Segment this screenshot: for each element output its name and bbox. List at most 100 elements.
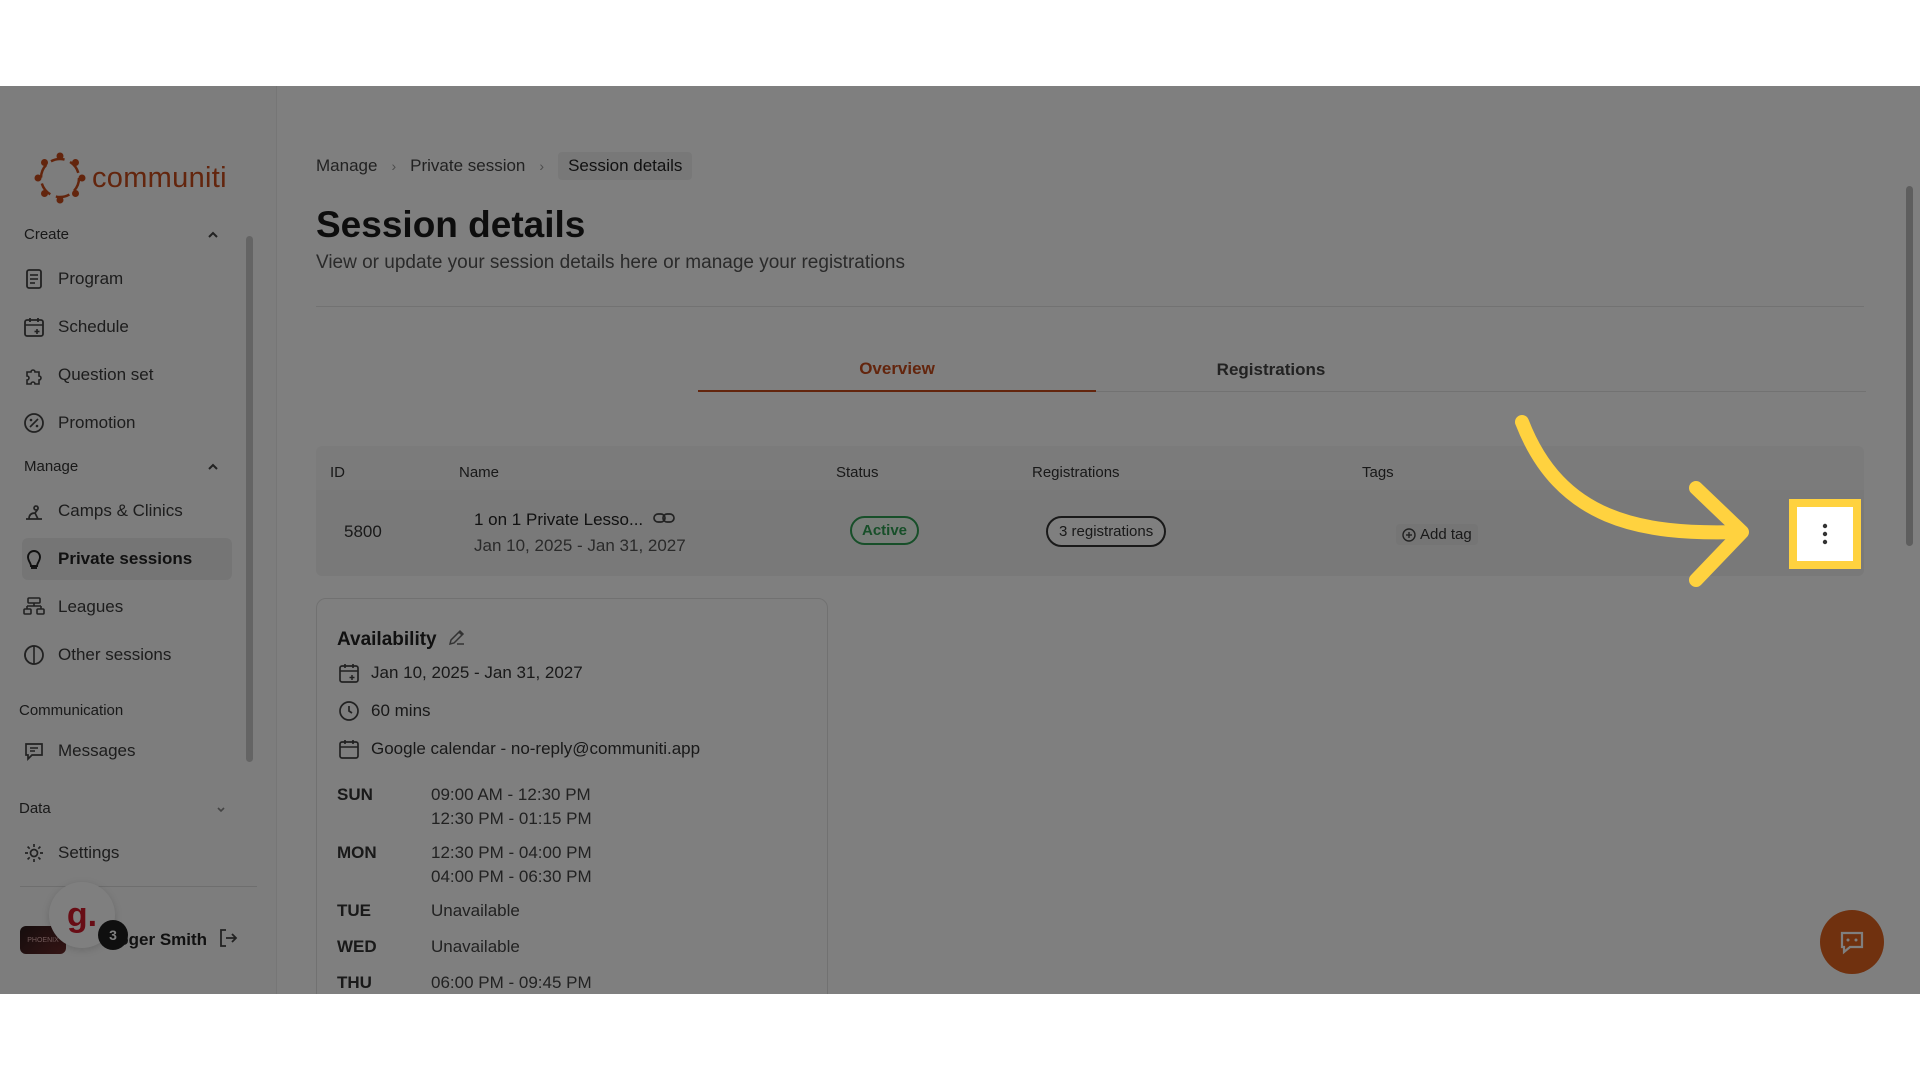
clock-icon (337, 699, 361, 723)
sidebar-item-label: Private sessions (58, 549, 193, 568)
day-slots-sun: 09:00 AM - 12:30 PM 12:30 PM - 01:15 PM (431, 783, 592, 831)
sidebar-item-label: Leagues (58, 597, 124, 616)
calendar-plus-icon (22, 315, 46, 339)
add-tag-label: Add tag (1420, 526, 1472, 543)
time-slot: Unavailable (431, 901, 520, 920)
gear-icon (22, 841, 46, 865)
day-slots-thu: 06:00 PM - 09:45 PM (431, 971, 592, 994)
sidebar-item-label: Settings (58, 843, 120, 862)
message-icon (22, 739, 46, 763)
create-section-header[interactable]: Create (24, 226, 220, 243)
availability-duration-row: 60 mins (337, 699, 431, 723)
session-dates: Jan 10, 2025 - Jan 31, 2027 (474, 536, 686, 555)
sidebar-item-camps-clinics[interactable]: Camps & Clinics (22, 490, 232, 532)
document-icon (22, 267, 46, 291)
sidebar-item-label: Other sessions (58, 645, 172, 664)
sidebar-item-label: Question set (58, 365, 154, 384)
time-slot: 06:00 PM - 09:45 PM (431, 973, 592, 992)
header-divider (316, 306, 1864, 307)
page-scrollbar[interactable] (1906, 186, 1913, 546)
bracket-icon (22, 595, 46, 619)
sidebar-item-label: Promotion (58, 413, 136, 432)
sidebar-item-question-set[interactable]: Question set (22, 354, 232, 396)
time-slot: 12:30 PM - 04:00 PM (431, 843, 592, 862)
sidebar-item-label: Messages (58, 741, 136, 760)
time-slot: 12:30 PM - 01:15 PM (431, 809, 592, 828)
day-label-sun: SUN (337, 785, 373, 804)
availability-duration: 60 mins (371, 701, 431, 720)
manage-section-header[interactable]: Manage (24, 458, 220, 475)
sidebar-item-private-sessions[interactable]: Private sessions (22, 538, 232, 580)
edit-pencil-icon[interactable] (447, 627, 467, 653)
more-options-highlight[interactable] (1789, 499, 1861, 569)
session-name-cell[interactable]: 1 on 1 Private Lesso... Jan 10, 2025 - J… (474, 510, 686, 556)
day-label-mon: MON (337, 843, 377, 862)
sidebar-item-messages[interactable]: Messages (22, 730, 232, 772)
chevron-down-icon (217, 806, 225, 812)
run-icon (22, 499, 46, 523)
chat-icon (1840, 931, 1864, 955)
session-id: 5800 (344, 522, 382, 541)
brand-name: communiti (92, 161, 227, 194)
data-section-label: Data (19, 800, 51, 817)
availability-title: Availability (337, 629, 437, 650)
time-slot: Unavailable (431, 937, 520, 956)
data-section-header[interactable]: Data (19, 800, 225, 817)
breadcrumb: Manage › Private session › Session detai… (316, 152, 693, 180)
manage-section-label: Manage (24, 458, 79, 475)
brand-logo[interactable]: communiti (34, 152, 227, 204)
availability-calendar-row: Google calendar - no-reply@communiti.app (337, 737, 700, 761)
sidebar-item-other-sessions[interactable]: Other sessions (22, 634, 232, 676)
breadcrumb-session-details: Session details (558, 152, 693, 180)
tab-bar: Overview Registrations (698, 348, 1866, 392)
percent-badge-icon (22, 411, 46, 435)
day-slots-tue: Unavailable (431, 899, 520, 923)
session-name: 1 on 1 Private Lesso... (474, 510, 644, 529)
chat-button[interactable] (1820, 910, 1884, 974)
availability-card: Availability Jan 10, 2025 - Jan 31, 2027… (316, 598, 828, 994)
g-widget-letter: g. (66, 895, 98, 934)
logo-ring-icon (34, 152, 86, 204)
half-circle-icon (22, 643, 46, 667)
logout-icon[interactable] (217, 927, 239, 954)
chevron-right-icon: › (539, 158, 545, 174)
page-title: Session details (316, 204, 586, 245)
tab-overview[interactable]: Overview (698, 348, 1096, 392)
sidebar-item-promotion[interactable]: Promotion (22, 402, 232, 444)
column-header-status: Status (836, 464, 879, 481)
sidebar: communiti Create Program Schedule Questi… (0, 86, 277, 994)
add-tag-button[interactable]: Add tag (1396, 524, 1478, 545)
sidebar-item-program[interactable]: Program (22, 258, 232, 300)
column-header-name: Name (459, 464, 500, 481)
breadcrumb-manage[interactable]: Manage (316, 156, 377, 176)
calendar-icon (337, 737, 361, 761)
availability-calendar: Google calendar - no-reply@communiti.app (371, 739, 701, 758)
sidebar-item-schedule[interactable]: Schedule (22, 306, 232, 348)
sidebar-item-settings[interactable]: Settings (22, 832, 232, 874)
sidebar-item-leagues[interactable]: Leagues (22, 586, 232, 628)
column-header-registrations: Registrations (1032, 464, 1120, 481)
registrations-badge[interactable]: 3 registrations (1046, 516, 1167, 547)
page-subtitle: View or update your session details here… (316, 252, 905, 273)
availability-header: Availability (337, 627, 467, 653)
link-icon[interactable] (653, 510, 676, 530)
tab-registrations[interactable]: Registrations (1096, 348, 1446, 392)
calendar-icon (337, 661, 361, 685)
puzzle-icon (22, 363, 46, 387)
sidebar-item-label: Schedule (58, 317, 129, 336)
breadcrumb-private-session[interactable]: Private session (410, 156, 525, 176)
sidebar-scrollbar[interactable] (246, 236, 253, 762)
day-label-thu: THU (337, 973, 372, 992)
communication-section-label: Communication (19, 702, 124, 719)
chevron-up-icon (208, 231, 218, 238)
time-slot: 09:00 AM - 12:30 PM (431, 785, 591, 804)
column-header-id: ID (330, 464, 345, 481)
column-header-tags: Tags (1362, 464, 1394, 481)
day-slots-wed: Unavailable (431, 935, 520, 959)
guide-arrow-icon (1515, 415, 1749, 587)
availability-dates: Jan 10, 2025 - Jan 31, 2027 (371, 663, 583, 682)
day-slots-mon: 12:30 PM - 04:00 PM 04:00 PM - 06:30 PM (431, 841, 592, 889)
notification-badge: 3 (98, 920, 128, 950)
communication-section-header: Communication (19, 702, 215, 719)
sidebar-item-label: Camps & Clinics (58, 501, 183, 520)
